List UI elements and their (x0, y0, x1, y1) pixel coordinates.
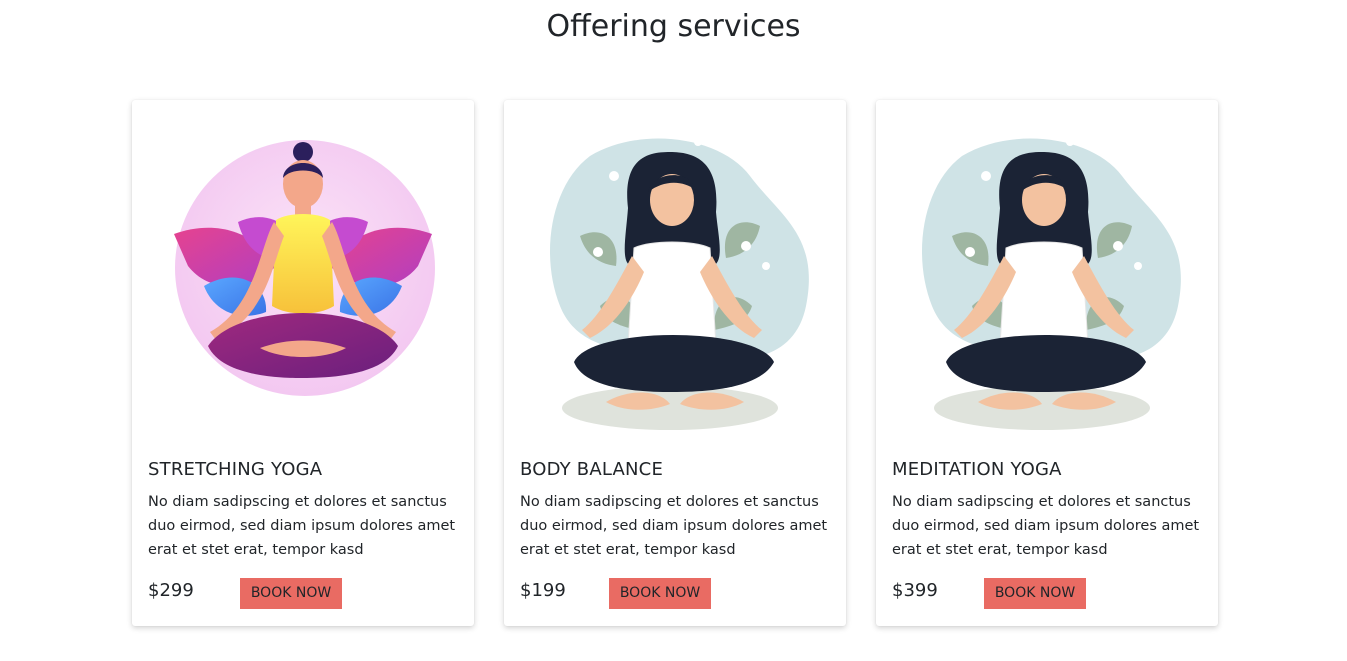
service-title: MEDITATION YOGA (892, 459, 1062, 480)
service-price: $199 (520, 580, 566, 601)
service-description: No diam sadipscing et dolores et sanctus… (520, 494, 828, 558)
service-description: No diam sadipscing et dolores et sanctus… (892, 494, 1200, 558)
service-title: BODY BALANCE (520, 459, 664, 480)
service-description: No diam sadipscing et dolores et sanctus… (148, 494, 456, 558)
book-now-button[interactable]: BOOK NOW (609, 578, 711, 609)
yoga-pose-illustration (148, 116, 458, 442)
meditation-illustration (520, 116, 830, 442)
service-card-meditation-yoga: MEDITATION YOGA No diam sadipscing et do… (876, 100, 1218, 626)
service-price: $399 (892, 580, 938, 601)
service-card-stretching-yoga: STRETCHING YOGA No diam sadipscing et do… (132, 100, 474, 626)
book-now-button[interactable]: BOOK NOW (984, 578, 1086, 609)
service-card-body-balance: BODY BALANCE No diam sadipscing et dolor… (504, 100, 846, 626)
book-now-button[interactable]: BOOK NOW (240, 578, 342, 609)
meditation-illustration (892, 116, 1202, 442)
service-price: $299 (148, 580, 194, 601)
page-title: Offering services (546, 9, 801, 44)
service-title: STRETCHING YOGA (148, 459, 323, 480)
